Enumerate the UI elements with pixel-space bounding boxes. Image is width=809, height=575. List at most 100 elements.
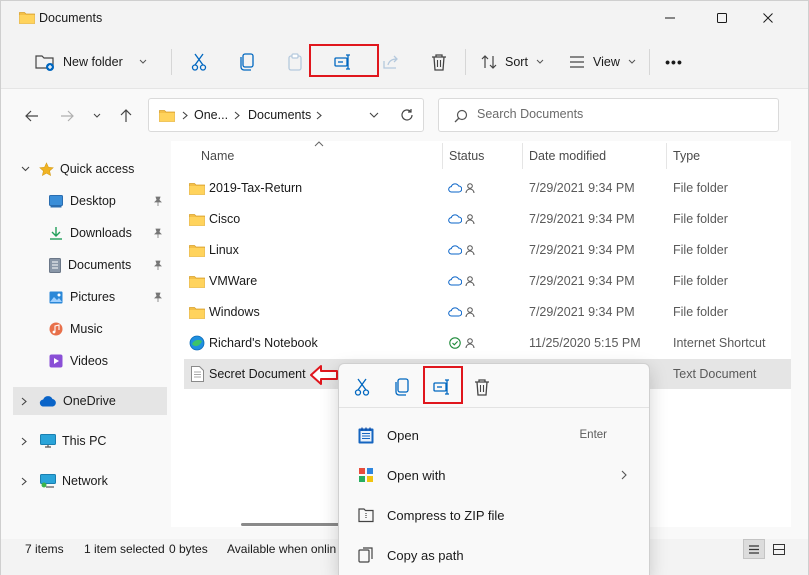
chevron-down-icon	[628, 59, 636, 65]
file-row[interactable]: Cisco 7/29/2021 9:34 PM File folder	[184, 204, 791, 234]
tiles-view-button[interactable]	[768, 539, 790, 559]
refresh-icon[interactable]	[400, 108, 414, 122]
sidebar-item-downloads[interactable]: Downloads	[13, 219, 167, 247]
file-date: 7/29/2021 9:34 PM	[529, 243, 635, 257]
document-icon	[49, 257, 61, 273]
maximize-button[interactable]	[699, 1, 745, 35]
file-type: File folder	[673, 274, 728, 288]
sidebar-item-videos[interactable]: Videos	[13, 347, 167, 375]
file-row[interactable]: 2019-Tax-Return 7/29/2021 9:34 PM File f…	[184, 173, 791, 203]
breadcrumb-documents[interactable]: Documents	[248, 108, 311, 122]
file-row[interactable]: Richard's Notebook 11/25/2020 5:15 PM In…	[184, 328, 791, 358]
sidebar-item-label: OneDrive	[63, 394, 116, 408]
file-date: 11/25/2020 5:15 PM	[529, 336, 641, 350]
column-divider[interactable]	[442, 143, 443, 169]
synced-check-icon	[447, 328, 463, 358]
chevron-right-icon	[316, 111, 322, 120]
context-delete-button[interactable]	[468, 374, 496, 400]
column-header-name[interactable]: Name	[201, 143, 431, 169]
download-icon	[49, 226, 63, 241]
menu-item-compress-zip[interactable]: Compress to ZIP file	[343, 497, 645, 533]
view-button[interactable]: View	[565, 35, 637, 89]
file-date: 7/29/2021 9:34 PM	[529, 305, 635, 319]
trash-icon	[474, 378, 490, 396]
chevron-down-icon	[139, 59, 147, 65]
delete-button[interactable]	[425, 35, 453, 89]
network-icon	[40, 474, 56, 488]
new-folder-icon	[35, 53, 55, 71]
sort-icon	[481, 54, 497, 70]
column-divider[interactable]	[666, 143, 667, 169]
back-button[interactable]	[20, 105, 44, 127]
internet-shortcut-icon	[188, 328, 206, 358]
minimize-button[interactable]	[647, 1, 693, 35]
column-header-date-modified[interactable]: Date modified	[529, 143, 659, 169]
file-row[interactable]: Windows 7/29/2021 9:34 PM File folder	[184, 297, 791, 327]
selection-size: 0 bytes	[169, 542, 208, 556]
new-folder-button[interactable]: New folder	[27, 35, 157, 89]
close-button[interactable]	[745, 1, 791, 35]
file-row[interactable]: VMWare 7/29/2021 9:34 PM File folder	[184, 266, 791, 296]
file-type: Text Document	[673, 367, 757, 381]
sidebar-item-label: Videos	[70, 354, 108, 368]
details-view-button[interactable]	[743, 539, 765, 559]
menu-item-open-with[interactable]: Open with	[343, 457, 645, 493]
copy-button[interactable]	[233, 35, 261, 89]
recent-locations-button[interactable]	[87, 105, 107, 127]
search-input[interactable]	[477, 107, 767, 121]
star-icon	[39, 161, 54, 177]
search-box[interactable]	[438, 98, 779, 132]
sidebar-item-documents[interactable]: Documents	[13, 251, 167, 279]
sidebar-item-music[interactable]: Music	[13, 315, 167, 343]
cloud-status-icon	[447, 204, 463, 234]
chevron-right-icon	[182, 111, 188, 120]
sidebar-item-this-pc[interactable]: This PC	[13, 427, 167, 455]
forward-button[interactable]	[55, 105, 79, 127]
trash-icon	[431, 53, 447, 71]
sidebar-item-onedrive[interactable]: OneDrive	[13, 387, 167, 415]
up-button[interactable]	[114, 105, 138, 127]
menu-item-open[interactable]: Open Enter	[343, 417, 645, 453]
pin-icon[interactable]	[153, 260, 163, 271]
selection-info: 1 item selected	[84, 542, 165, 556]
file-explorer-window: Documents New folder Sort View ••• One..…	[0, 0, 809, 575]
file-type: Internet Shortcut	[673, 336, 766, 350]
paste-button[interactable]	[281, 35, 309, 89]
folder-icon	[19, 11, 35, 24]
folder-icon	[189, 173, 205, 203]
file-name: Linux	[209, 243, 239, 257]
column-divider[interactable]	[522, 143, 523, 169]
address-dropdown-chevron-icon[interactable]	[369, 112, 379, 119]
pin-icon[interactable]	[153, 228, 163, 239]
file-name: Richard's Notebook	[209, 336, 318, 350]
sort-button[interactable]: Sort	[477, 35, 549, 89]
copy-path-icon	[349, 547, 383, 563]
pin-icon[interactable]	[153, 292, 163, 303]
sidebar-item-pictures[interactable]: Pictures	[13, 283, 167, 311]
annotation-arrow-icon	[309, 364, 339, 386]
sidebar-item-label: This PC	[62, 434, 107, 448]
chevron-right-icon	[621, 470, 627, 480]
share-button[interactable]	[377, 35, 405, 89]
sidebar-item-desktop[interactable]: Desktop	[13, 187, 167, 215]
context-cut-button[interactable]	[348, 374, 376, 400]
more-options-button[interactable]: •••	[659, 35, 689, 89]
column-header-type[interactable]: Type	[673, 143, 783, 169]
pin-icon[interactable]	[153, 196, 163, 207]
highlight-rename-context	[423, 366, 463, 404]
file-row[interactable]: Linux 7/29/2021 9:34 PM File folder	[184, 235, 791, 265]
sidebar-item-quick-access[interactable]: Quick access	[13, 155, 167, 183]
context-copy-button[interactable]	[388, 374, 416, 400]
file-type: File folder	[673, 243, 728, 257]
menu-item-copy-as-path[interactable]: Copy as path	[343, 537, 645, 573]
cut-button[interactable]	[185, 35, 213, 89]
column-header-status[interactable]: Status	[449, 143, 519, 169]
person-shared-icon	[464, 266, 476, 296]
breadcrumb-onedrive[interactable]: One...	[194, 108, 228, 122]
computer-icon	[40, 434, 56, 448]
menu-item-label: Open with	[387, 467, 446, 483]
availability-status: Available when onlin	[227, 542, 337, 556]
sidebar-item-network[interactable]: Network	[13, 467, 167, 495]
chevron-down-icon	[93, 113, 101, 119]
address-bar[interactable]: One... Documents	[148, 98, 424, 132]
